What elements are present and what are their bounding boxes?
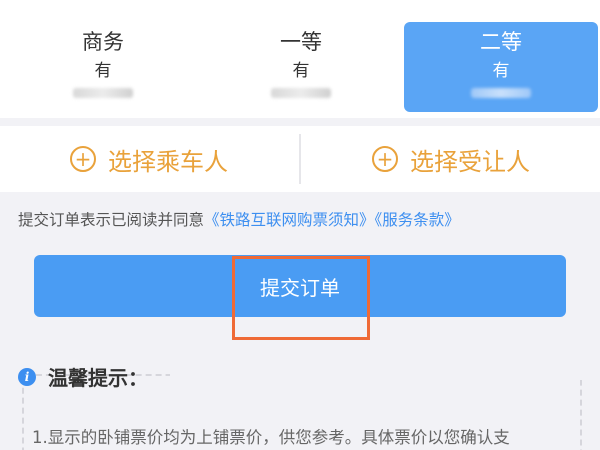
plus-circle-icon: + xyxy=(70,146,96,172)
seat-price-blurred xyxy=(471,88,531,98)
tips-title: 温馨提示： xyxy=(48,366,148,390)
seat-availability: 有 xyxy=(292,61,310,81)
seat-availability: 有 xyxy=(492,61,510,81)
seat-name: 二等 xyxy=(480,30,522,54)
seat-name: 商务 xyxy=(82,30,124,54)
seat-name: 一等 xyxy=(280,30,322,54)
select-recipient-label: 选择受让人 xyxy=(410,147,530,176)
seat-option-business[interactable]: 商务 有 xyxy=(8,22,198,112)
ticketing-notice-link[interactable]: 《铁路互联网购票须知》 xyxy=(204,211,375,229)
agreement-text: 提交订单表示已阅读并同意《铁路互联网购票须知》《服务条款》 xyxy=(18,208,460,230)
seat-price-blurred xyxy=(73,88,133,98)
passenger-select-row: + 选择乘车人 + 选择受让人 xyxy=(0,126,600,192)
agreement-prefix: 提交订单表示已阅读并同意 xyxy=(18,211,205,229)
seat-class-selector: 商务 有 一等 有 二等 有 xyxy=(0,0,600,118)
seat-option-first-class[interactable]: 一等 有 xyxy=(206,22,396,112)
seat-option-second-class[interactable]: 二等 有 xyxy=(404,22,598,112)
plus-circle-icon: + xyxy=(372,146,398,172)
tips-header: i 温馨提示： xyxy=(18,362,148,391)
tips-item: 1.显示的卧铺票价均为上铺票价，供您参考。具体票价以您确认支 xyxy=(32,428,510,447)
terms-of-service-link[interactable]: 《服务条款》 xyxy=(375,211,460,229)
divider xyxy=(299,134,301,184)
select-passenger-label: 选择乘车人 xyxy=(108,147,228,176)
highlight-annotation-box xyxy=(232,256,370,340)
info-icon: i xyxy=(18,367,36,386)
select-passenger-button[interactable]: + 选择乘车人 xyxy=(0,126,298,192)
select-recipient-button[interactable]: + 选择受让人 xyxy=(302,126,600,192)
seat-availability: 有 xyxy=(94,61,112,81)
seat-price-blurred xyxy=(271,88,331,98)
